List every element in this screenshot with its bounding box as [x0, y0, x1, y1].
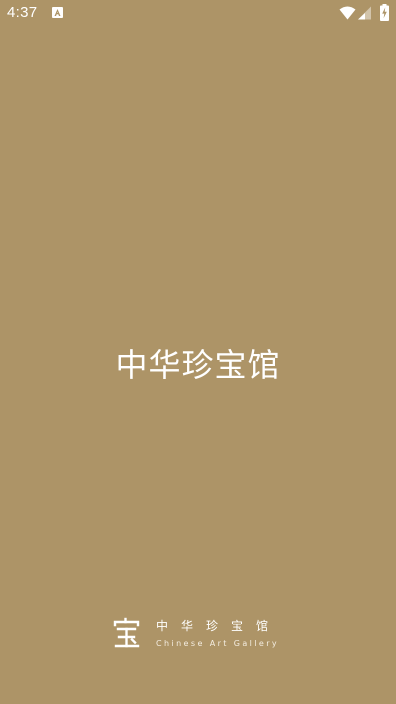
seal-logo-icon [113, 617, 140, 648]
splash-title: 中华珍宝馆 [115, 346, 281, 384]
status-time: 4:37 [7, 4, 38, 21]
footer-logo: 中华珍宝馆 Chinese Art Gallery [112, 617, 288, 653]
footer-logo-name-en: Chinese Art Gallery [156, 639, 280, 648]
cell-signal-partial-icon [358, 6, 371, 20]
footer-logo-name-cn: 中华珍宝馆 [156, 619, 282, 633]
wifi-full-icon [339, 6, 356, 20]
accessibility-app-icon [52, 7, 63, 18]
status-bar: 4:37 [0, 0, 396, 26]
battery-charging-icon [380, 4, 389, 21]
